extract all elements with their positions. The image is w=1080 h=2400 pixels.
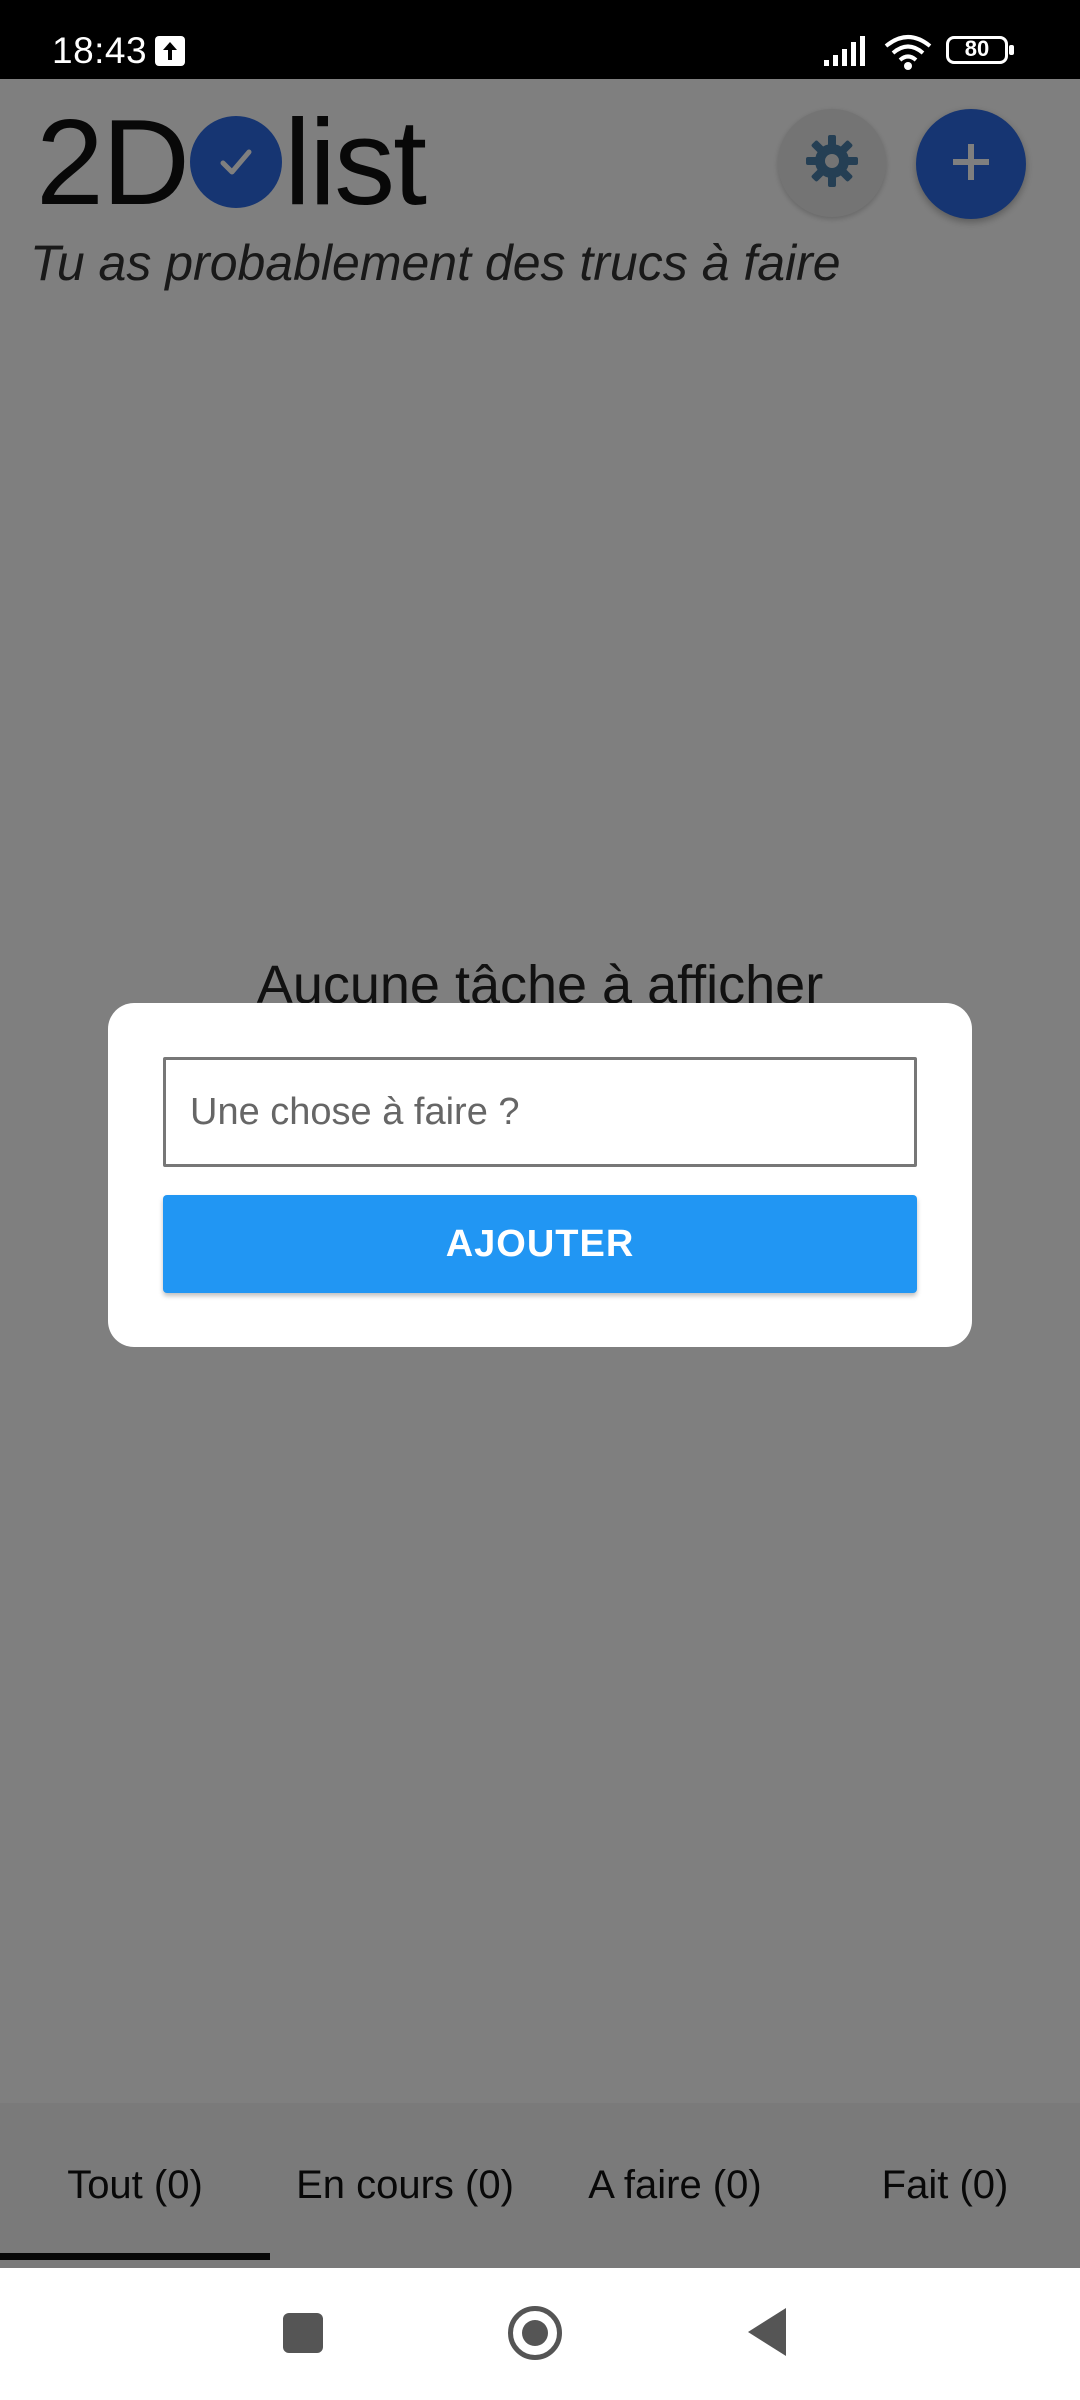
add-task-dialog: AJOUTER [108,1003,972,1347]
battery-icon: 80 [946,36,1014,64]
task-input[interactable] [163,1057,917,1167]
add-button[interactable]: AJOUTER [163,1195,917,1293]
battery-level: 80 [964,36,990,61]
recents-icon[interactable] [283,2313,323,2353]
wifi-icon [882,32,934,77]
screen: 18:43 80 Une chose à faire ? AJOUTER [0,0,1080,2400]
status-time: 18:43 [52,30,148,71]
status-bar: 18:43 80 [0,0,1080,79]
home-icon[interactable] [508,2306,562,2360]
back-icon[interactable] [748,2308,786,2356]
signal-icon [822,34,870,73]
upload-icon [155,36,185,66]
system-nav-bar [0,2268,1080,2400]
